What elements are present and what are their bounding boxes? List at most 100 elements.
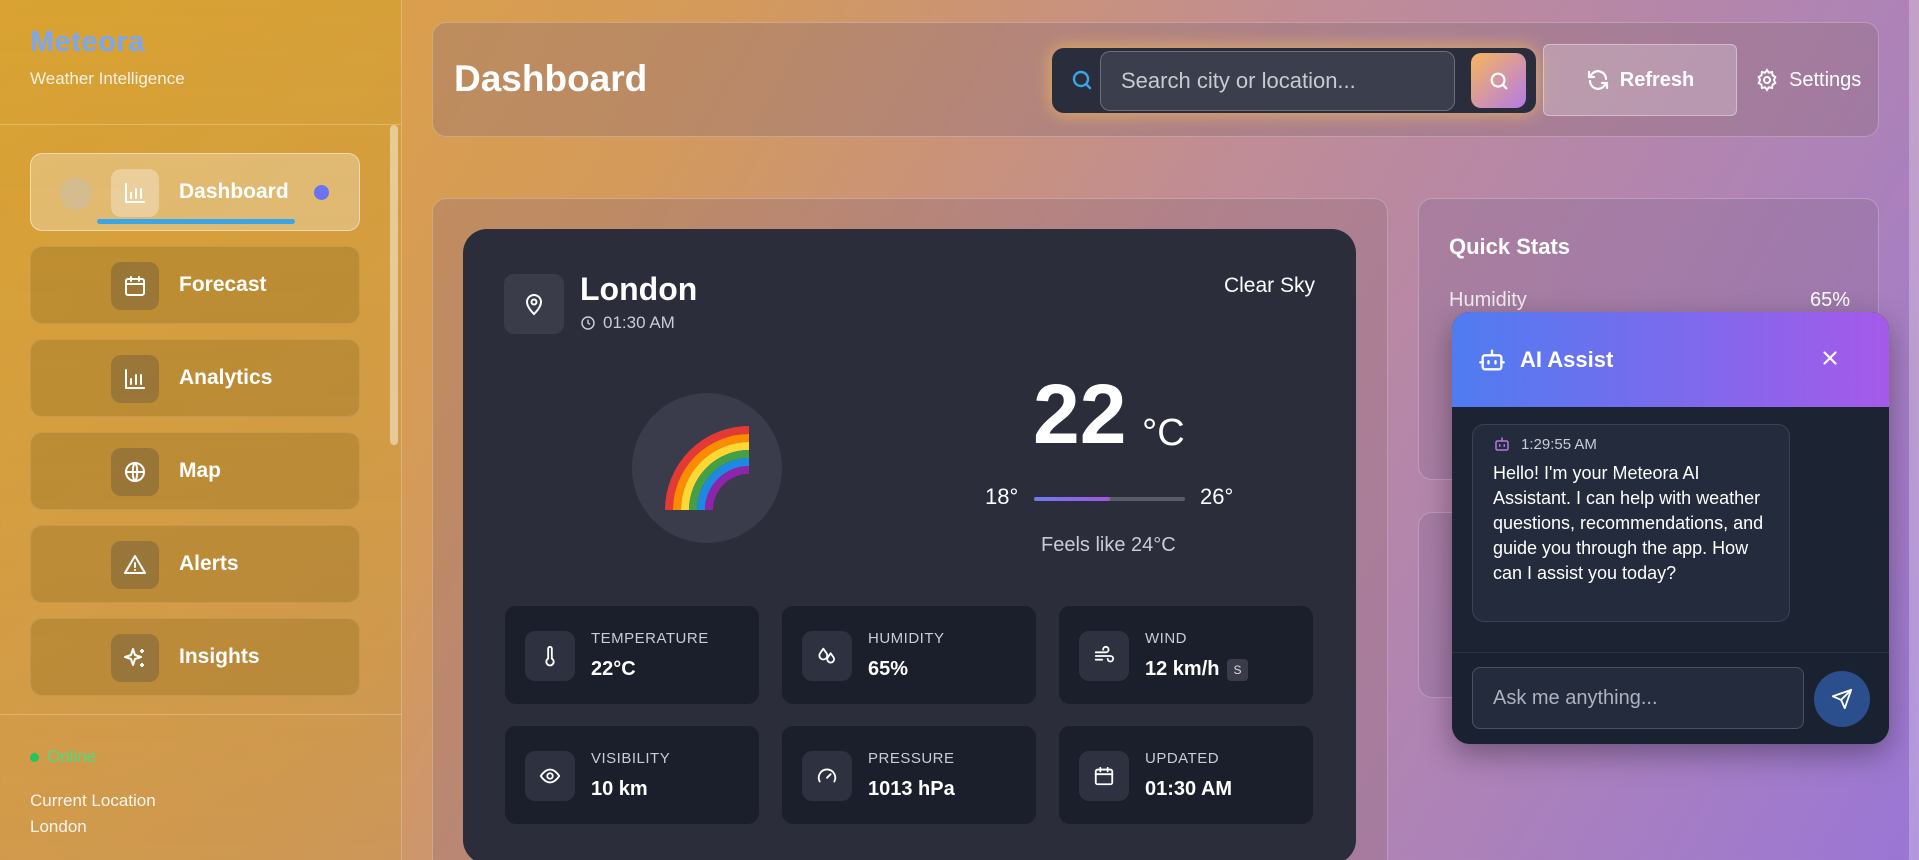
- brand-name[interactable]: Meteora: [30, 26, 371, 59]
- sidebar-item-label: Map: [179, 459, 221, 482]
- stat-label: VISIBILITY: [591, 750, 671, 767]
- stat-value-text: 22°C: [591, 658, 636, 680]
- sidebar: Meteora Weather Intelligence Dashboard F…: [0, 0, 402, 860]
- rainbow-icon: [665, 426, 750, 511]
- sidebar-item-insights[interactable]: Insights: [30, 618, 360, 696]
- message-text: Hello! I'm your Meteora AI Assistant. I …: [1493, 463, 1764, 583]
- bar-chart-icon: [111, 169, 159, 217]
- sidebar-item-label: Alerts: [179, 552, 239, 575]
- stat-label: TEMPERATURE: [591, 630, 709, 647]
- droplets-icon: [802, 631, 852, 681]
- temp-range-fill: [1034, 497, 1110, 501]
- message-meta: 1:29:55 AM: [1493, 435, 1769, 453]
- stat-card-updated: UPDATED 01:30 AM: [1058, 725, 1314, 825]
- search-button[interactable]: [1471, 53, 1526, 108]
- calendar-icon: [111, 262, 159, 310]
- settings-label: Settings: [1789, 68, 1862, 91]
- quick-stat-value: 65%: [1809, 289, 1850, 311]
- assistant-message: 1:29:55 AM Hello! I'm your Meteora AI As…: [1472, 424, 1790, 622]
- quick-stats-title: Quick Stats: [1449, 234, 1571, 259]
- gear-icon: [1757, 68, 1777, 92]
- search-input[interactable]: [1100, 51, 1455, 111]
- ai-assist-title: AI Assist: [1520, 346, 1614, 372]
- warning-icon: [111, 541, 159, 589]
- location-pin-icon: [504, 274, 564, 334]
- stat-card-humidity: HUMIDITY 65%: [781, 605, 1037, 705]
- brand-subtitle: Weather Intelligence: [30, 69, 185, 88]
- sidebar-item-alerts[interactable]: Alerts: [30, 525, 360, 603]
- current-weather-card: London 01:30 AM Clear Sky 22 °C 18° 26° …: [463, 229, 1356, 860]
- active-underline: [97, 219, 295, 224]
- weather-condition: Clear Sky: [1223, 274, 1315, 297]
- clock-icon: [581, 316, 595, 330]
- gauge-icon: [802, 751, 852, 801]
- active-indicator-dot: [314, 185, 329, 200]
- page-scrollbar[interactable]: [1909, 0, 1919, 860]
- sparkles-icon: [111, 634, 159, 682]
- stat-value-text: 01:30 AM: [1145, 778, 1233, 800]
- stat-card-pressure: PRESSURE 1013 hPa: [781, 725, 1037, 825]
- refresh-icon: [1587, 70, 1608, 90]
- stat-value: 10 km: [591, 778, 648, 801]
- sidebar-item-label: Forecast: [179, 273, 267, 296]
- stat-label: UPDATED: [1145, 750, 1220, 767]
- status-text: Online: [47, 747, 97, 766]
- sidebar-item-label: Insights: [179, 645, 260, 668]
- quick-stat-row: Humidity 65%: [1449, 289, 1850, 312]
- city-name: London: [580, 271, 698, 307]
- ai-assist-chat: AI Assist 1:29:55 AM Hello! I'm your Met…: [1452, 312, 1889, 744]
- chat-input[interactable]: [1472, 667, 1804, 729]
- stat-value: 22°C: [591, 658, 636, 681]
- stat-value: 1013 hPa: [868, 778, 955, 801]
- robot-icon: [1479, 349, 1505, 370]
- temp-low: 18°: [985, 484, 1019, 509]
- refresh-label: Refresh: [1619, 68, 1695, 91]
- globe-icon: [111, 448, 159, 496]
- current-location-value: London: [30, 817, 87, 836]
- temperature-value: 22: [1033, 367, 1127, 461]
- search-icon: [1070, 68, 1094, 97]
- sidebar-item-forecast[interactable]: Forecast: [30, 246, 360, 324]
- ai-input-bar: [1452, 652, 1889, 744]
- wind-icon: [1079, 631, 1129, 681]
- stat-value-text: 12 km/h: [1145, 658, 1220, 680]
- top-header: Dashboard Refresh Settings: [432, 22, 1879, 137]
- stat-card-temperature: TEMPERATURE 22°C: [504, 605, 760, 705]
- feels-like: Feels like 24°C: [1041, 534, 1176, 556]
- thermometer-icon: [525, 631, 575, 681]
- stat-label: WIND: [1145, 630, 1187, 647]
- wind-direction-badge: S: [1227, 658, 1248, 681]
- stat-value: 01:30 AM: [1145, 778, 1232, 801]
- refresh-button[interactable]: Refresh: [1543, 44, 1737, 116]
- sidebar-item-analytics[interactable]: Analytics: [30, 339, 360, 417]
- sidebar-item-map[interactable]: Map: [30, 432, 360, 510]
- send-icon: [1831, 688, 1853, 710]
- sidebar-footer: Online Current Location London: [0, 714, 402, 860]
- sidebar-scrollbar[interactable]: [390, 125, 398, 445]
- close-icon[interactable]: [1819, 347, 1841, 374]
- temp-range-bar: [1034, 497, 1185, 501]
- settings-button[interactable]: Settings: [1745, 44, 1875, 116]
- collapse-toggle[interactable]: [60, 178, 92, 210]
- brand: Meteora Weather Intelligence: [0, 0, 401, 125]
- quick-stat-label: Humidity: [1449, 289, 1527, 311]
- status-indicator: Online: [30, 747, 372, 767]
- sidebar-item-dashboard[interactable]: Dashboard: [30, 153, 360, 231]
- weather-icon-circle: [632, 393, 782, 543]
- stat-value-text: 1013 hPa: [868, 778, 955, 800]
- robot-icon: [1495, 437, 1509, 451]
- send-button[interactable]: [1814, 671, 1870, 727]
- ai-assist-header: AI Assist: [1452, 312, 1889, 407]
- sidebar-item-label: Analytics: [179, 366, 273, 389]
- temp-high: 26°: [1200, 484, 1234, 509]
- sidebar-item-label: Dashboard: [179, 180, 289, 203]
- sidebar-nav: Dashboard Forecast Analytics Map Alerts …: [30, 153, 360, 711]
- local-time: 01:30 AM: [580, 313, 675, 333]
- online-dot: [30, 752, 39, 762]
- message-timestamp: 1:29:55 AM: [1521, 435, 1597, 453]
- bar-chart-icon: [111, 355, 159, 403]
- local-time-text: 01:30 AM: [603, 313, 675, 332]
- stat-label: PRESSURE: [868, 750, 955, 767]
- stat-value: 65%: [868, 658, 908, 681]
- stat-card-visibility: VISIBILITY 10 km: [504, 725, 760, 825]
